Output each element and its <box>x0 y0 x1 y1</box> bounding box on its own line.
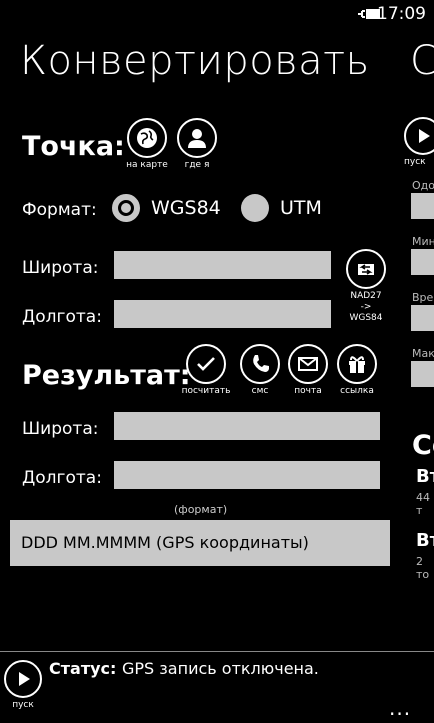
peek-field-3[interactable] <box>411 305 434 331</box>
person-icon <box>177 118 217 158</box>
peek-item-title-1[interactable]: Вт <box>416 466 434 487</box>
calculate-caption: посчитать <box>181 386 231 396</box>
clock: 17:09 <box>377 4 426 24</box>
globe-icon <box>127 118 167 158</box>
format-hint: (формат) <box>174 503 228 516</box>
peek-heading: Co <box>412 430 434 461</box>
status-label: Статус: <box>49 659 117 678</box>
swap-icon <box>346 249 386 289</box>
datum-caption-arrow: -> <box>360 302 372 312</box>
datum-caption-from: NAD27 <box>350 291 382 301</box>
sms-caption: смс <box>251 386 269 396</box>
point-lon-input[interactable] <box>114 300 331 328</box>
point-lon-label: Долгота: <box>22 307 102 327</box>
peek-item-sub-1: 44 т <box>416 491 430 517</box>
peek-play-button[interactable]: пуск <box>404 117 434 167</box>
where-am-i-caption: где я <box>184 160 210 170</box>
result-lat-label: Широта: <box>22 419 99 439</box>
sms-button[interactable]: смс <box>238 344 282 396</box>
datum-caption-to: WGS84 <box>349 313 383 323</box>
peek-item-sub-2: 2 то <box>416 555 430 581</box>
link-button[interactable]: ссылка <box>335 344 379 396</box>
peek-item-title-2[interactable]: Вт <box>416 530 434 551</box>
checkmark-icon <box>186 344 226 384</box>
datum-convert-button[interactable]: NAD27 -> WGS84 <box>344 249 388 324</box>
play-icon <box>404 117 434 155</box>
play-icon <box>4 660 42 698</box>
start-caption: пуск <box>12 700 34 710</box>
calculate-button[interactable]: посчитать <box>180 344 232 396</box>
where-am-i-button[interactable]: где я <box>176 118 218 170</box>
radio-wgs84-label[interactable]: WGS84 <box>151 197 221 219</box>
point-lat-label: Широта: <box>22 258 99 278</box>
point-heading: Точка: <box>22 131 125 162</box>
format-selector[interactable]: DDD MM.MMMM (GPS координаты) <box>10 520 390 566</box>
email-caption: почта <box>294 386 322 396</box>
on-map-caption: на карте <box>126 160 168 170</box>
email-button[interactable]: почта <box>286 344 330 396</box>
result-lon-field[interactable] <box>114 461 380 489</box>
peek-label-1: Одо <box>412 179 434 192</box>
on-map-button[interactable]: на карте <box>126 118 168 170</box>
peek-label-3: Врe <box>412 291 434 304</box>
gift-icon <box>337 344 377 384</box>
peek-field-2[interactable] <box>411 249 434 275</box>
radio-wgs84[interactable] <box>112 194 140 222</box>
result-heading: Результат: <box>22 360 191 391</box>
peek-play-caption: пуск <box>404 157 426 167</box>
peek-field-1[interactable] <box>411 193 434 219</box>
more-menu-button[interactable]: ... <box>389 696 411 720</box>
result-lat-field[interactable] <box>114 412 380 440</box>
format-label: Формат: <box>22 200 97 220</box>
envelope-icon <box>288 344 328 384</box>
phone-icon <box>240 344 280 384</box>
peek-field-4[interactable] <box>411 361 434 387</box>
link-caption: ссылка <box>340 386 374 396</box>
status-text: GPS запись отключена. <box>122 659 319 678</box>
radio-utm[interactable] <box>241 194 269 222</box>
app-bar: пуск Статус: GPS запись отключена. ... <box>0 651 434 723</box>
result-lon-label: Долгота: <box>22 468 102 488</box>
start-button[interactable]: пуск <box>4 660 42 710</box>
radio-utm-label[interactable]: UTM <box>280 197 322 219</box>
peek-label-4: Мак <box>412 347 434 360</box>
next-page-title-peek[interactable]: С <box>410 38 434 84</box>
point-lat-input[interactable] <box>114 251 331 279</box>
page-title: Конвертировать <box>20 38 370 84</box>
peek-label-2: Мин <box>412 235 434 248</box>
